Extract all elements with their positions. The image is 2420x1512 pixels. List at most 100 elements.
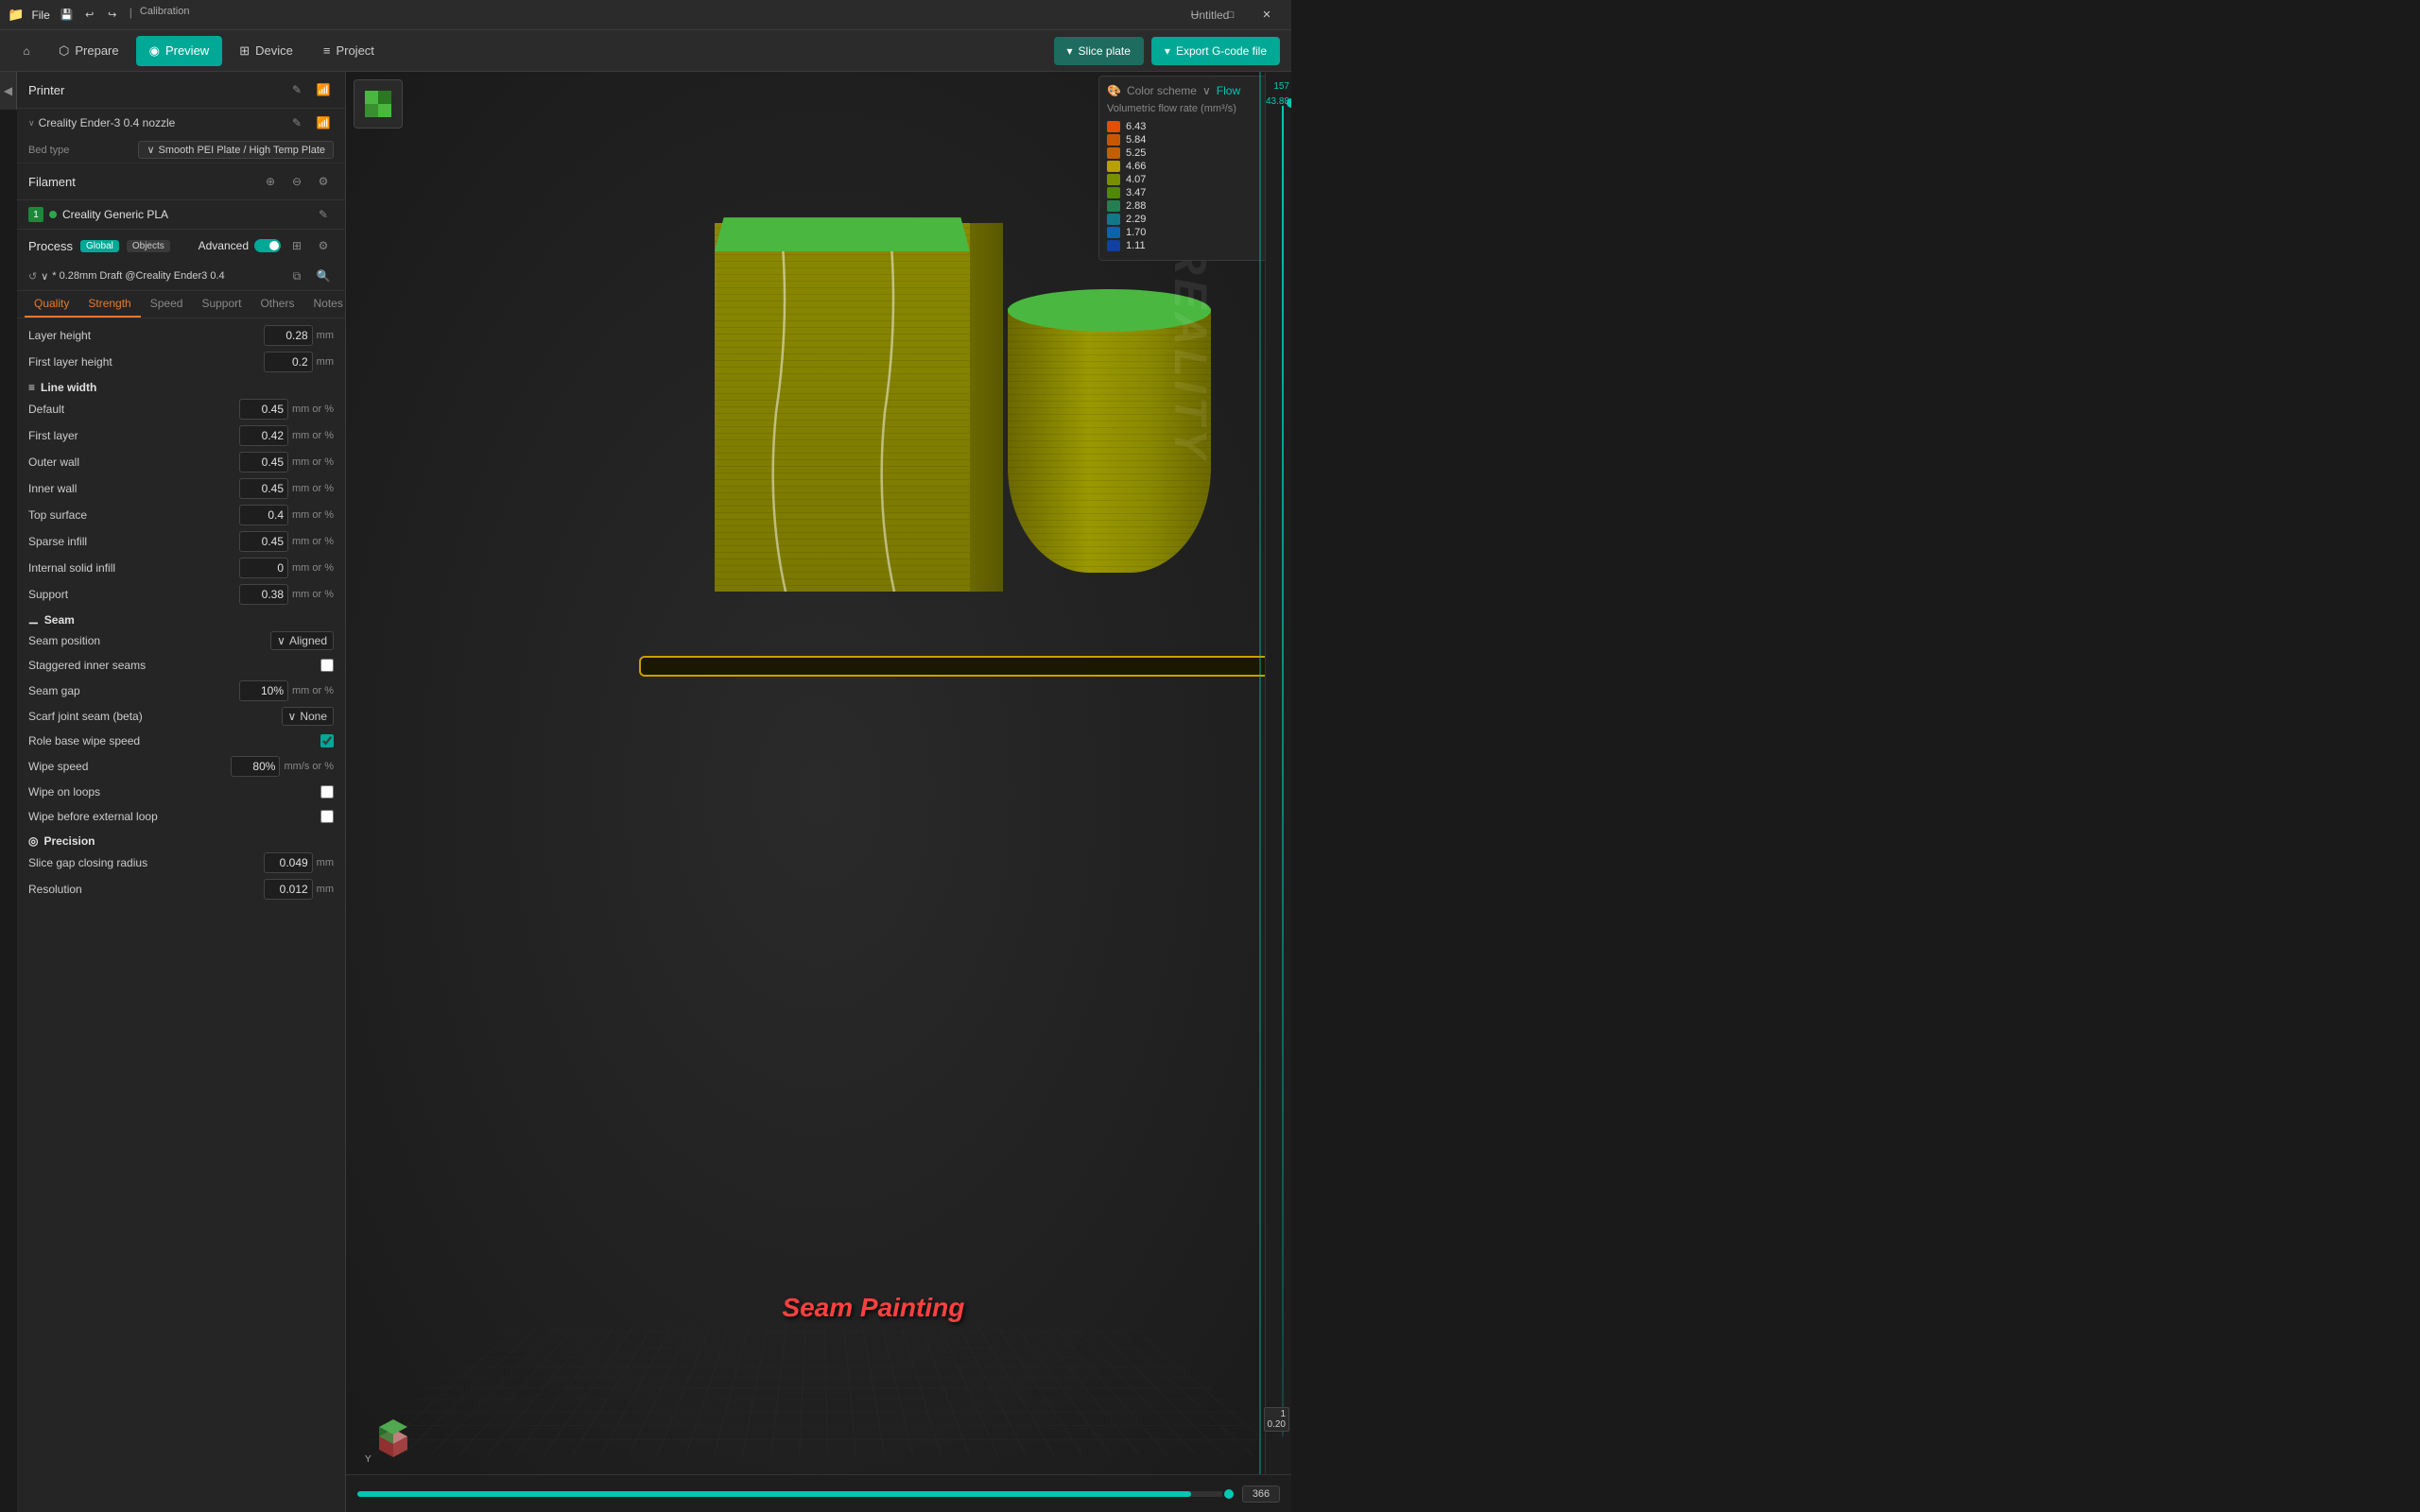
wipe-speed-label: Wipe speed [28, 760, 231, 773]
export-dropdown-icon: ▾ [1165, 44, 1170, 58]
printer-wifi-icon[interactable]: 📶 [313, 79, 334, 100]
process-settings-icon[interactable]: ⚙ [313, 235, 334, 256]
progress-thumb[interactable] [1222, 1487, 1236, 1501]
resolution-value: mm [264, 879, 334, 900]
wipe-on-loops-label: Wipe on loops [28, 785, 320, 799]
tab-preview[interactable]: ◉ Preview [136, 36, 223, 66]
bed-type-text: Smooth PEI Plate / High Temp Plate [159, 145, 326, 156]
process-preset-icon[interactable]: ⊞ [286, 235, 307, 256]
wipe-on-loops-checkbox[interactable] [320, 785, 334, 799]
internal-solid-unit: mm or % [292, 562, 334, 574]
save-button[interactable]: 💾 [58, 6, 77, 25]
resolution-input[interactable] [264, 879, 313, 900]
outer-wall-unit: mm or % [292, 456, 334, 468]
file-label: File [31, 9, 49, 22]
first-layer-height-value: mm [264, 352, 334, 372]
layer-height-row: Layer height mm [17, 322, 345, 349]
filament-name: 1 Creality Generic PLA [28, 207, 168, 222]
top-surface-input[interactable] [239, 505, 288, 525]
tag-objects[interactable]: Objects [127, 240, 170, 252]
process-title: Process [28, 239, 73, 253]
process-search-icon[interactable]: 🔍 [313, 266, 334, 286]
cube-3d [715, 195, 970, 592]
filament-remove-icon[interactable]: ⊖ [286, 171, 307, 192]
sparse-infill-row: Sparse infill mm or % [17, 528, 345, 555]
filament-edit-icon[interactable]: ✎ [313, 204, 334, 225]
panel-collapse-arrow[interactable]: ◀ [0, 72, 17, 110]
home-button[interactable]: ⌂ [11, 36, 42, 66]
slice-gap-value: mm [264, 852, 334, 873]
tab-speed[interactable]: Speed [141, 291, 193, 318]
close-button[interactable]: ✕ [1250, 0, 1284, 30]
tab-others[interactable]: Others [251, 291, 303, 318]
wipe-speed-input[interactable] [231, 756, 280, 777]
progress-track[interactable] [357, 1491, 1235, 1497]
first-layer-line-value: mm or % [239, 425, 334, 446]
seam-gap-input[interactable] [239, 680, 288, 701]
line-width-section-title: ≡ Line width [17, 375, 345, 396]
slice-gap-input[interactable] [264, 852, 313, 873]
undo-button[interactable]: ↩ [80, 6, 99, 25]
preview-label: Preview [165, 43, 209, 58]
staggered-checkbox[interactable] [320, 659, 334, 672]
process-name-icons: ⧉ 🔍 [286, 266, 334, 286]
printer-edit-icon[interactable]: ✎ [286, 79, 307, 100]
scarf-joint-value: None [300, 710, 327, 723]
inner-wall-input[interactable] [239, 478, 288, 499]
tab-project[interactable]: ≡ Project [310, 36, 388, 66]
cs-val-7: 2.29 [1126, 214, 1146, 225]
tag-global[interactable]: Global [80, 240, 119, 252]
tab-support[interactable]: Support [192, 291, 251, 318]
ruler-dot [1287, 98, 1291, 108]
filament-settings-icon[interactable]: ⚙ [313, 171, 334, 192]
cs-color-2 [1107, 147, 1120, 159]
export-button[interactable]: ▾ Export G-code file [1151, 37, 1280, 65]
tab-quality[interactable]: Quality [25, 291, 78, 318]
wipe-before-external-checkbox[interactable] [320, 810, 334, 823]
slice-button[interactable]: ▾ Slice plate [1054, 37, 1144, 65]
device-icon: ⊞ [239, 43, 250, 59]
outer-wall-input[interactable] [239, 452, 288, 472]
redo-button[interactable]: ↪ [103, 6, 122, 25]
ruler-bottom-val: 1 0.20 [1264, 1407, 1289, 1432]
scarf-joint-row: Scarf joint seam (beta) ∨ None [17, 704, 345, 729]
default-input[interactable] [239, 399, 288, 420]
printer-name-edit-icon[interactable]: ✎ [286, 112, 307, 133]
seam-position-dropdown[interactable]: ∨ Aligned [270, 631, 334, 650]
thumbnail-panel[interactable] [354, 79, 403, 129]
layer-height-input[interactable] [264, 325, 313, 346]
filament-add-icon[interactable]: ⊕ [260, 171, 281, 192]
bed-type-label: Bed type [28, 145, 69, 156]
first-layer-line-unit: mm or % [292, 430, 334, 441]
wipe-before-external-label: Wipe before external loop [28, 810, 320, 823]
first-layer-height-input[interactable] [264, 352, 313, 372]
cs-entry-8: 1.70 [1107, 226, 1279, 239]
cs-entry-9: 1.11 [1107, 239, 1279, 252]
tab-prepare[interactable]: ⬡ Prepare [45, 36, 132, 66]
cs-val-9: 1.11 [1126, 240, 1146, 251]
wipe-speed-value: mm/s or % [231, 756, 334, 777]
tab-notes[interactable]: Notes [303, 291, 346, 318]
role-base-wipe-checkbox[interactable] [320, 734, 334, 747]
support-input[interactable] [239, 584, 288, 605]
process-copy-icon[interactable]: ⧉ [286, 266, 307, 286]
tab-device[interactable]: ⊞ Device [226, 36, 306, 66]
printer-icons: ✎ 📶 [286, 79, 334, 100]
internal-solid-input[interactable] [239, 558, 288, 578]
main-layout: ◀ Printer ✎ 📶 ∨ Creality Ender-3 0.4 noz… [0, 72, 1291, 1512]
resolution-row: Resolution mm [17, 876, 345, 902]
bed-type-value[interactable]: ∨ Smooth PEI Plate / High Temp Plate [138, 141, 334, 159]
first-layer-line-input[interactable] [239, 425, 288, 446]
advanced-toggle[interactable] [254, 239, 281, 252]
printer-caret: ∨ [28, 118, 35, 129]
project-label: Project [336, 43, 373, 58]
cs-val-5: 3.47 [1126, 187, 1146, 198]
tab-strength[interactable]: Strength [78, 291, 140, 318]
sparse-infill-input[interactable] [239, 531, 288, 552]
wipe-on-loops-row: Wipe on loops [17, 780, 345, 804]
scarf-joint-dropdown[interactable]: ∨ None [282, 707, 334, 726]
printer-name-wifi-icon[interactable]: 📶 [313, 112, 334, 133]
canvas-area[interactable]: Seam Painting REALITY 🎨 Color scheme ∨ [346, 72, 1291, 1512]
viewport-3d[interactable]: Seam Painting REALITY 🎨 Color scheme ∨ [346, 72, 1291, 1512]
top-surface-unit: mm or % [292, 509, 334, 521]
